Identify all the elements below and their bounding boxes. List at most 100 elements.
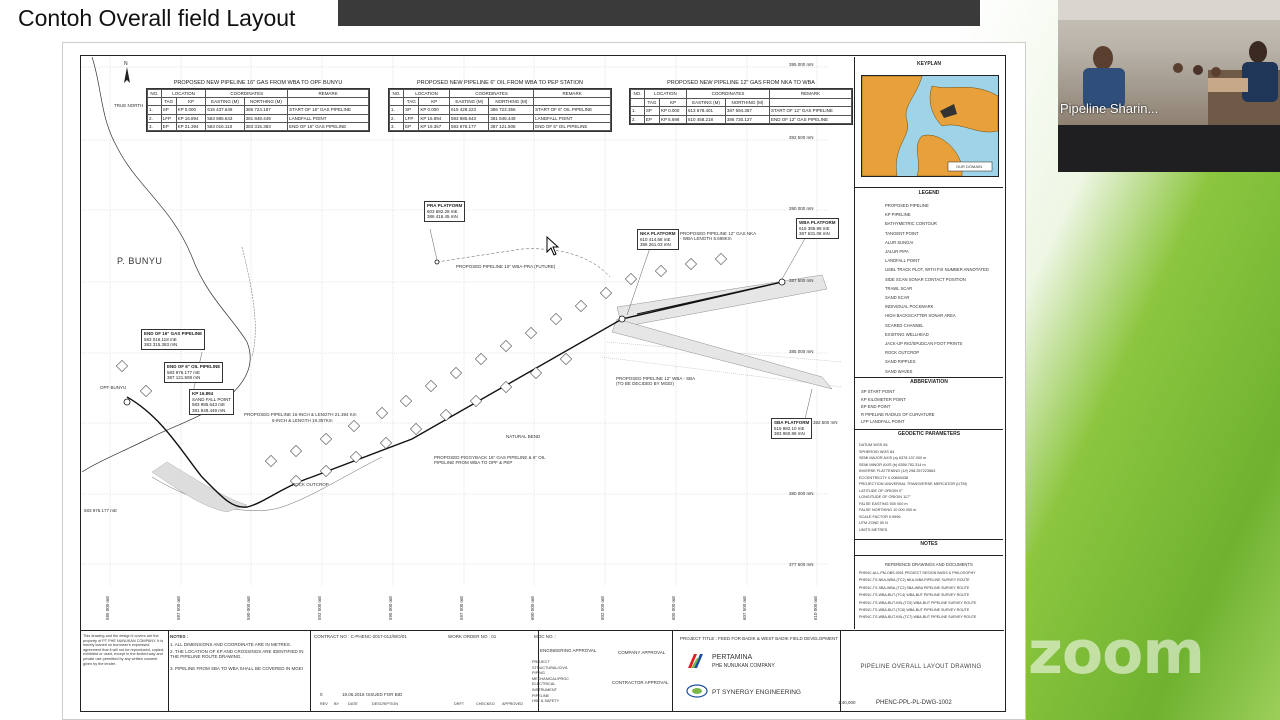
- pra-future-label: PROPOSED PIPELINE 10" WBA-PRA (FUTURE): [456, 264, 556, 269]
- abbr-item: R PIPELINE RADIUS OF CURVATURE: [861, 411, 935, 417]
- discipline-item: PIPING: [532, 671, 545, 676]
- revision-column-header: DESCRIPTION: [372, 702, 398, 706]
- rev-number: 0: [320, 692, 323, 697]
- drawing-number: PHENC-PPL-PL-DWG-1002: [876, 700, 952, 706]
- island-label: P. BUNYU: [117, 256, 163, 266]
- ref-item: PHENC-TS-WBA-BUT-KIN-(TC5) WBA-BUT PIPEL…: [859, 600, 977, 605]
- northing-label: 387 500 mN: [789, 278, 814, 283]
- easting-label: 605 000 mE: [671, 595, 676, 620]
- wba-platform-callout: WBA PLATFORM 615 385.89 mE 387 631.08 mN: [796, 218, 839, 239]
- table-row: 2. LFP KP 16.894 583 985.643 381 848.449 LAND…: [388, 113, 611, 123]
- ref-item: PHENC-TS-NKA-WBA-(TC2) NKA-WBA PIPELINE …: [859, 578, 970, 583]
- disclaimer-text: This drawing and the design it covers ar…: [83, 634, 165, 666]
- presentation-header-bar: [338, 0, 980, 26]
- discipline-item: HSE & SAFETY: [532, 699, 560, 704]
- table-row: 3. EP KP 21.394 583 016.118 383 315.383 END O…: [147, 121, 369, 132]
- legend-item: SAND WAVES: [885, 368, 913, 374]
- discipline-item: PROJECT: [532, 660, 550, 664]
- northing-label: 380 000 mN: [789, 491, 814, 496]
- easting-label: 610 000 mE: [813, 595, 818, 620]
- company-approval: COMPANY APPROVAL: [618, 650, 666, 655]
- legend-item: BATHYMETRIC CONTOUR: [885, 221, 937, 227]
- geo-item: ECCENTRICITY 0.00669438: [859, 475, 909, 480]
- discipline-item: ELECTRICAL: [532, 682, 556, 687]
- revision-column-header: CHECKED: [476, 702, 495, 706]
- legend-item: TANGENT POINT: [885, 230, 919, 236]
- nka-platform-marker: [618, 315, 626, 323]
- northing-label: 395 000 mN: [789, 62, 814, 67]
- legend-item: LANDFALL POINT: [885, 258, 920, 264]
- abbreviation-title: ABBREVIATION: [910, 379, 948, 385]
- geo-item: LONGITUDE OF ORIGIN 117°: [859, 495, 911, 499]
- revision-column-header: BY: [334, 702, 340, 706]
- nka-platform-callout: NKA PLATFORM 610 414.68 mE 386 261.03 mN: [637, 229, 679, 250]
- legend-item: TRAWL SCAR: [885, 285, 913, 291]
- legend-item: PROPOSED PIPELINE: [885, 203, 929, 208]
- discipline-item: STRUCTURAL/CIVIL: [532, 665, 569, 670]
- ref-item: PHENC-TS-WBA-BUT-(TC4) WBA-BUT PIPELINE …: [859, 593, 970, 598]
- end-16in-callout: END OF 16" GAS PIPELINE 583 016.118 mE 383…: [141, 329, 206, 350]
- contract-no: CONTRACT NO : C-PHENC-2017-012/WO/01: [314, 634, 407, 639]
- keyplan-map: OUR DOMAIN: [861, 75, 999, 177]
- legend-item: SIDE SCAN SONAR CONTACT POSITION: [885, 276, 966, 282]
- video-tile[interactable]: Pipeline Sharin...: [1058, 0, 1280, 172]
- table-row: 1. SP KP 0.000 613 678.401 387 594.357 START …: [630, 106, 853, 116]
- keyplan-title: KEYPLAN: [917, 61, 941, 67]
- sba-platform-callout: SBA PLATFORM 615 982.10 mE 383 960.88 mN: [771, 418, 813, 439]
- north-label: TRUE NORTH: [114, 103, 144, 108]
- geo-item: SEMI MINOR AXIS (b) 6356 752.314 m: [859, 462, 926, 467]
- note-2: 2. THE LOCATION OF KP AND CROSSINGS ARE …: [170, 649, 304, 659]
- easting-label: 607 500 mE: [742, 595, 747, 620]
- pra-platform-marker: [434, 259, 440, 265]
- easting-label: 600 000 mE: [530, 595, 535, 620]
- coord-table-title: PROPOSED NEW PIPELINE 16" GAS FROM WBA T…: [173, 80, 343, 86]
- coord-table-6in: PROPOSED NEW PIPELINE 6" OIL FROM WBA TO…: [388, 80, 612, 132]
- geo-item: FALSE EASTING 500 000 m: [859, 501, 908, 506]
- ref-item: PHENC-TS-WBA-BUT-KIN-(TC7) WBA-BUT PIPEL…: [859, 615, 977, 620]
- table-row: 3. EP KP 19.357 583 976.177 387 121.508 END O…: [388, 121, 611, 132]
- legend-item: EXISTING WELLHEAD: [885, 331, 929, 337]
- legend-item: SAND SCAR: [885, 295, 910, 300]
- easting-label: 592 500 mE: [317, 595, 322, 620]
- revision-column-header: DRFT: [454, 702, 465, 706]
- nka-wba-label: PROPOSED PIPELINE 12" GAS NKA - WBA LENG…: [680, 231, 756, 241]
- engineering-approval: ENGINEERING APPROVAL: [540, 648, 597, 653]
- opf-bunyu-marker: [123, 398, 131, 406]
- ref-item: PHENC-TS-WBA-BUT-(TC6) WBA-BUT PIPELINE …: [859, 608, 970, 612]
- wba-platform-marker: [778, 278, 786, 286]
- coord-table-title: PROPOSED NEW PIPELINE 6" OIL FROM WBA TO…: [417, 80, 583, 86]
- coord-table-16in: PROPOSED NEW PIPELINE 16" GAS FROM WBA T…: [146, 80, 370, 132]
- participant-name: Pipeline Sharin...: [1060, 101, 1159, 116]
- northing-label: 390 000 mN: [789, 206, 814, 211]
- mouse-cursor-icon: [546, 236, 560, 256]
- easting-label: 587 500 mE: [176, 595, 181, 620]
- note-1: 1. ALL DIMENSIONS AND COORDINATE ARE IN …: [170, 642, 292, 647]
- geo-item: SCALE FACTOR 0.9996: [859, 514, 901, 519]
- moc-no: MOC NO. :: [534, 634, 557, 639]
- geo-item: UTM ZONE 50 N: [859, 521, 888, 525]
- pertamina-logo-icon: [688, 654, 703, 668]
- pipe-16-label: PROPOSED PIPELINE 16-INCH & LENGTH 21.39…: [244, 412, 357, 417]
- northing-label: 377 500 mN: [789, 562, 814, 567]
- geo-item: SEMI MAJOR AXIS (a) 6378 137.000 m: [859, 456, 927, 460]
- revision-column-header: DATE: [348, 702, 358, 706]
- geo-item: DATUM WGS 84: [859, 443, 888, 447]
- revision-column-header: APPROVED: [502, 702, 524, 706]
- company-synergy: PT SYNERGY ENGINEERING: [712, 689, 801, 696]
- natural-bend-label: NATURAL BEND: [506, 434, 541, 439]
- opf-label: OPF BUNYU: [100, 385, 127, 390]
- table-row: 1. SP KP 0.000 615 428.223 386 723.356 START …: [388, 105, 611, 115]
- geo-item: FALSE NORTHING 10 000 000 m: [859, 508, 917, 512]
- drawing-sidebar: KEYPLAN OUR DOMAIN LEGEND PROPOSED PIPEL…: [854, 57, 1003, 629]
- abbr-item: KP KILOMETER POINT: [861, 396, 906, 402]
- company-pertamina-sub: PHE NUNUKAN COMPANY: [712, 663, 775, 669]
- abbr-item: SP START POINT: [861, 389, 895, 394]
- piggyback-label: PROPOSED PIGGYBACK 16" GAS PIPELINE & 6"…: [434, 455, 546, 465]
- rev-date: 18.06.2018: [342, 692, 365, 697]
- drawing-title: PIPELINE OVERALL LAYOUT DRAWING: [860, 664, 982, 670]
- legend-item: KP PIPELINE: [885, 212, 911, 218]
- notes-heading: NOTES :: [170, 634, 189, 639]
- discipline-item: PIPELINE: [532, 693, 550, 698]
- notes-title: NOTES: [920, 541, 938, 547]
- keyplan-tag: OUR DOMAIN: [956, 164, 982, 169]
